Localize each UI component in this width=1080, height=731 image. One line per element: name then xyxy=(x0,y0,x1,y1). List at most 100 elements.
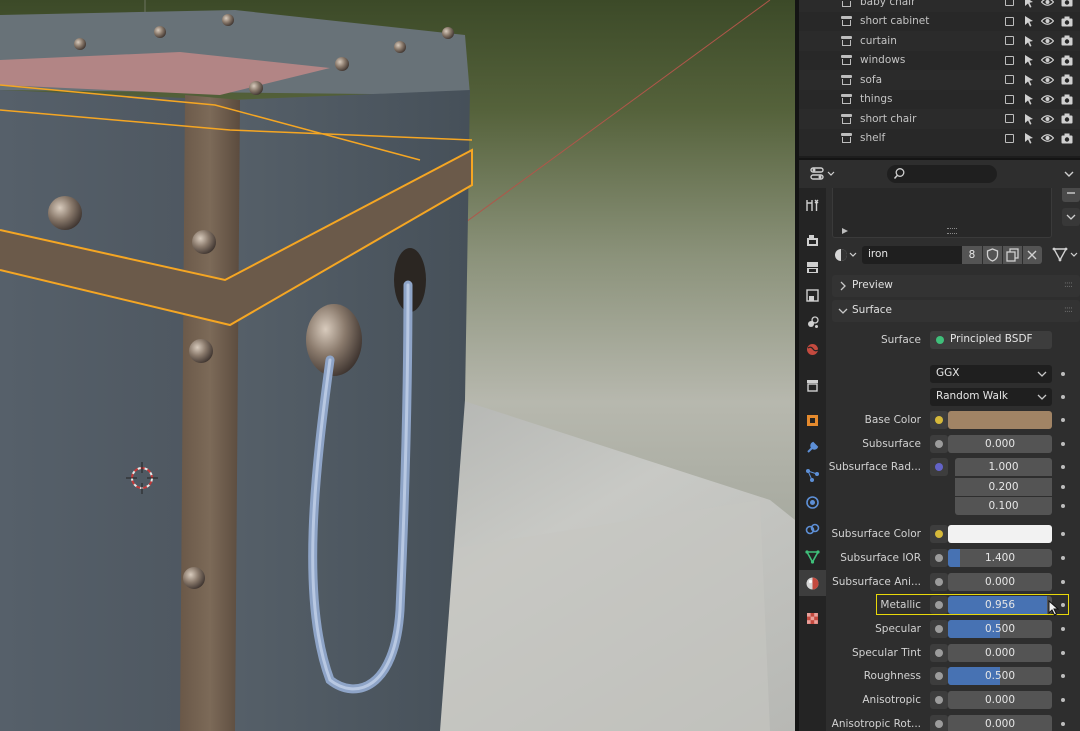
keyframe-dot[interactable] xyxy=(1061,532,1065,537)
camera-icon[interactable] xyxy=(1061,0,1073,7)
physics-icon[interactable] xyxy=(805,495,820,510)
subsurface-method-dropdown[interactable]: Random Walk xyxy=(930,388,1052,406)
outliner-item[interactable]: shelf xyxy=(799,128,1080,148)
exclude-checkbox[interactable] xyxy=(1005,55,1014,65)
outliner-item[interactable]: windows xyxy=(799,50,1080,70)
exclude-checkbox[interactable] xyxy=(1005,114,1014,124)
select-arrow-icon[interactable] xyxy=(1023,15,1035,27)
keyframe-dot[interactable] xyxy=(1061,579,1065,584)
camera-icon[interactable] xyxy=(1061,94,1073,105)
output-icon[interactable] xyxy=(805,260,820,275)
outliner-item[interactable]: short chair xyxy=(799,109,1080,129)
browse-material-button[interactable] xyxy=(832,245,860,265)
eye-icon[interactable] xyxy=(1041,16,1054,26)
surface-panel-header[interactable]: Surface :::: xyxy=(832,300,1080,322)
eye-icon[interactable] xyxy=(1041,94,1054,104)
unlink-material-button[interactable] xyxy=(1023,246,1042,264)
keyframe-dot[interactable] xyxy=(1061,555,1065,560)
eye-icon[interactable] xyxy=(1041,133,1054,143)
keyframe-dot[interactable] xyxy=(1061,372,1065,376)
material-icon[interactable] xyxy=(805,576,820,591)
color-swatch[interactable] xyxy=(948,411,1052,429)
editor-type-button[interactable] xyxy=(807,164,837,184)
select-arrow-icon[interactable] xyxy=(1023,35,1035,47)
material-name-field[interactable]: iron xyxy=(862,246,962,264)
eye-icon[interactable] xyxy=(1041,75,1054,85)
slider-field[interactable]: 0.500 xyxy=(948,667,1052,686)
exclude-checkbox[interactable] xyxy=(1005,75,1014,85)
slider-field[interactable]: 0.000 xyxy=(948,434,1052,453)
select-arrow-icon[interactable] xyxy=(1023,74,1035,86)
chevron-down-icon[interactable] xyxy=(1062,167,1076,181)
exclude-checkbox[interactable] xyxy=(1005,16,1014,26)
vector-component-field[interactable]: 1.000 xyxy=(955,458,1052,477)
keyframe-dot[interactable] xyxy=(1061,418,1065,422)
link-mode-button[interactable] xyxy=(1051,245,1080,265)
constraints-icon[interactable] xyxy=(805,522,820,537)
drag-handle-icon[interactable]: :::: xyxy=(1064,280,1073,290)
world-icon[interactable] xyxy=(805,342,820,357)
outliner-item[interactable]: curtain xyxy=(799,31,1080,51)
slider-field[interactable]: 0.000 xyxy=(948,691,1052,709)
resize-grip-icon[interactable] xyxy=(947,228,957,234)
keyframe-dot[interactable] xyxy=(1061,504,1065,509)
select-arrow-icon[interactable] xyxy=(1023,93,1035,105)
exclude-checkbox[interactable] xyxy=(1005,36,1014,46)
keyframe-dot[interactable] xyxy=(1061,465,1065,470)
3d-viewport[interactable] xyxy=(0,0,795,731)
camera-icon[interactable] xyxy=(1061,113,1073,124)
add-slot-button[interactable] xyxy=(1062,188,1080,202)
camera-icon[interactable] xyxy=(1061,55,1073,66)
preview-panel-header[interactable]: Preview :::: xyxy=(832,275,1080,297)
texture-icon[interactable] xyxy=(805,611,820,626)
slider-field[interactable]: 0.000 xyxy=(948,643,1052,662)
select-arrow-icon[interactable] xyxy=(1023,0,1035,8)
select-arrow-icon[interactable] xyxy=(1023,132,1035,144)
slot-specials-button[interactable] xyxy=(1062,208,1080,226)
exclude-checkbox[interactable] xyxy=(1005,94,1014,104)
eye-icon[interactable] xyxy=(1041,36,1054,46)
collection-icon[interactable] xyxy=(805,378,820,393)
scene-icon[interactable] xyxy=(805,315,820,330)
duplicate-material-button[interactable] xyxy=(1003,246,1022,264)
keyframe-dot[interactable] xyxy=(1061,484,1065,489)
fake-user-button[interactable] xyxy=(983,246,1002,264)
eye-icon[interactable] xyxy=(1041,0,1054,7)
exclude-checkbox[interactable] xyxy=(1005,0,1014,7)
keyframe-dot[interactable] xyxy=(1061,650,1065,655)
keyframe-dot[interactable] xyxy=(1061,698,1065,702)
camera-icon[interactable] xyxy=(1061,16,1073,27)
select-arrow-icon[interactable] xyxy=(1023,54,1035,66)
keyframe-dot[interactable] xyxy=(1061,441,1065,446)
view-layer-icon[interactable] xyxy=(805,288,820,303)
slider-field[interactable]: 0.500 xyxy=(948,619,1052,638)
keyframe-dot[interactable] xyxy=(1061,721,1065,726)
play-icon[interactable] xyxy=(841,227,849,235)
camera-icon[interactable] xyxy=(1061,35,1073,46)
keyframe-dot[interactable] xyxy=(1061,674,1065,679)
outliner-item[interactable]: things xyxy=(799,89,1080,109)
outliner-item[interactable]: short cabinet xyxy=(799,11,1080,31)
vector-component-field[interactable]: 0.100 xyxy=(955,497,1052,516)
select-arrow-icon[interactable] xyxy=(1023,113,1035,125)
surface-shader-button[interactable]: Principled BSDF xyxy=(930,331,1052,349)
slider-field[interactable]: 1.400 xyxy=(948,548,1052,567)
keyframe-dot[interactable] xyxy=(1061,395,1065,399)
render-icon[interactable] xyxy=(805,233,820,248)
search-input[interactable] xyxy=(887,165,997,183)
material-slot-list[interactable] xyxy=(832,188,1052,238)
tool-icon[interactable] xyxy=(805,198,820,213)
eye-icon[interactable] xyxy=(1041,55,1054,65)
exclude-checkbox[interactable] xyxy=(1005,133,1014,143)
eye-icon[interactable] xyxy=(1041,114,1054,124)
material-users-count[interactable]: 8 xyxy=(962,246,982,264)
slider-field[interactable]: 0.000 xyxy=(948,714,1052,731)
slider-field[interactable]: 0.956 xyxy=(948,596,1052,615)
camera-icon[interactable] xyxy=(1061,74,1073,85)
color-swatch[interactable] xyxy=(948,525,1052,544)
object-data-icon[interactable] xyxy=(805,549,820,564)
distribution-dropdown[interactable]: GGX xyxy=(930,365,1052,383)
modifier-icon[interactable] xyxy=(805,440,820,455)
outliner-item[interactable]: baby chair xyxy=(799,0,1080,12)
drag-handle-icon[interactable]: :::: xyxy=(1064,305,1073,315)
